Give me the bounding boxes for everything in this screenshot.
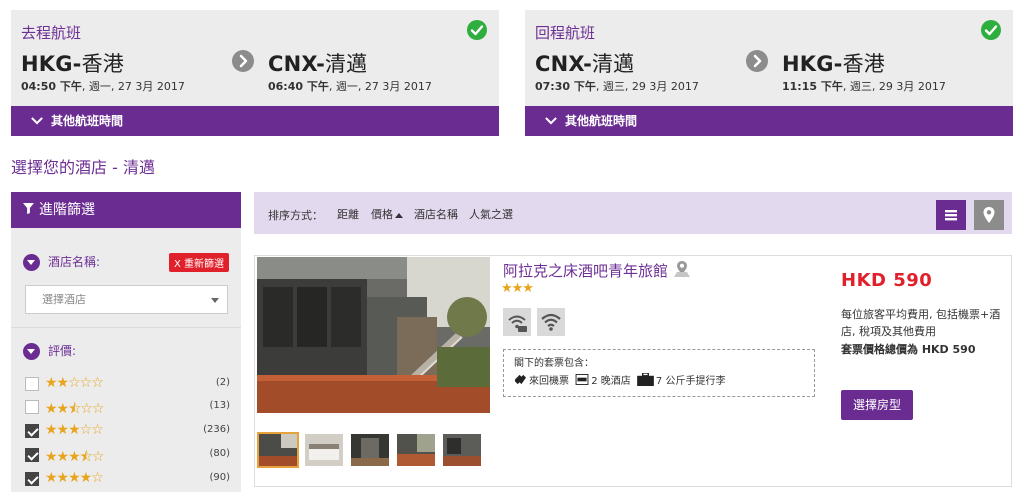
package-item: 來回機票 [514, 372, 569, 388]
outbound-depart-time: 04:50 下午, 週一, 27 3月 2017 [21, 80, 185, 93]
thumbnail[interactable] [443, 434, 481, 466]
hotel-result-card: 阿拉克之床酒吧青年旅館 ★★★ 閣下的套票包含： 來回機票 2 晚酒店 7 公斤… [254, 255, 1012, 487]
price-total: 套票價格總價為 HKD 590 [841, 343, 976, 356]
outbound-title: 去程航班 [21, 24, 82, 42]
origin-code: CNX- [535, 52, 592, 76]
caret-up-icon [395, 212, 403, 218]
thumbnail[interactable] [257, 432, 299, 468]
sort-bar: 排序方式： 距離 價格 酒店名稱 人氣之選 [254, 192, 1012, 234]
page-title: 選擇您的酒店 - 清邁 [11, 158, 155, 177]
reset-filter-button[interactable]: X 重新篩選 [168, 253, 229, 272]
origin-code: HKG- [21, 52, 82, 76]
stars-icon: ★★★☆☆ [45, 422, 104, 438]
package-item: 7 公斤手提行李 [637, 372, 725, 389]
price-description: 每位旅客平均費用, 包括機票+酒店, 稅項及其他費用 [841, 308, 1001, 338]
package-title: 閣下的套票包含： [514, 358, 594, 369]
plane-ticket-icon [514, 374, 527, 388]
thumbnail-strip [257, 432, 497, 468]
arrow-right-icon [746, 50, 768, 72]
rating-option-3[interactable]: ★★★☆☆ (236) [25, 421, 230, 443]
return-arrive-time: 11:15 下午, 週三, 29 3月 2017 [782, 80, 946, 93]
sort-label: 排序方式： [268, 209, 323, 222]
rating-count: (236) [203, 424, 230, 435]
checkbox[interactable] [25, 424, 39, 438]
hotel-star-rating: ★★★ [501, 281, 534, 296]
package-includes-box: 閣下的套票包含： 來回機票 2 晚酒店 7 公斤手提行李 [503, 349, 815, 397]
arrow-right-icon [232, 50, 254, 72]
outbound-arrive-time: 06:40 下午, 週一, 27 3月 2017 [268, 80, 432, 93]
map-marker-icon [673, 261, 690, 277]
stars-icon: ★★★⯪☆ [45, 449, 104, 465]
check-icon [981, 20, 1001, 40]
checkbox[interactable] [25, 400, 39, 414]
sort-hotel-name[interactable]: 酒店名稱 [414, 206, 458, 222]
check-icon [467, 20, 487, 40]
hotel-icon [575, 374, 589, 388]
destination-code: CNX- [268, 52, 325, 76]
free-wifi-icon [503, 308, 531, 336]
price: HKD 590 [841, 270, 933, 291]
sort-popularity[interactable]: 人氣之選 [469, 206, 513, 222]
rating-count: (80) [209, 448, 230, 459]
checkbox[interactable] [25, 448, 39, 462]
hotel-select[interactable]: 選擇酒店 [25, 285, 228, 314]
caret-down-icon [211, 298, 219, 303]
origin-city: 清邁 [591, 52, 635, 76]
return-origin: CNX-清邁 [535, 48, 634, 78]
outbound-flight-card: 去程航班 HKG-香港 04:50 下午, 週一, 27 3月 2017 CNX… [11, 10, 499, 136]
chevron-circle-icon [23, 343, 40, 360]
origin-city: 香港 [81, 52, 125, 76]
filter-header[interactable]: 進階篩選 [11, 192, 241, 228]
sort-distance[interactable]: 距離 [337, 206, 359, 222]
outbound-other-flights-button[interactable]: 其他航班時間 [11, 106, 499, 136]
thumbnail[interactable] [351, 434, 389, 466]
select-room-button[interactable]: 選擇房型 [841, 390, 913, 420]
map-pin-icon [983, 207, 995, 223]
return-destination: HKG-香港 [782, 48, 885, 78]
wifi-icon [537, 308, 565, 336]
luggage-icon [637, 372, 654, 389]
stars-icon: ★★★★☆ [45, 470, 104, 486]
funnel-icon [23, 192, 35, 228]
rating-option-2-5[interactable]: ★★⯪☆☆ (13) [25, 397, 230, 419]
rating-option-4[interactable]: ★★★★☆ (90) [25, 469, 230, 491]
divider [11, 327, 241, 328]
sort-price[interactable]: 價格 [371, 206, 403, 222]
chevron-down-icon [31, 106, 45, 136]
hotel-name-link[interactable]: 阿拉克之床酒吧青年旅館 [503, 260, 691, 281]
thumbnail[interactable] [397, 434, 435, 466]
stars-icon: ★★⯪☆☆ [45, 401, 104, 417]
chevron-down-icon [545, 106, 559, 136]
rating-label[interactable]: 評價: [23, 342, 76, 360]
rating-count: (13) [209, 400, 230, 411]
checkbox[interactable] [25, 377, 39, 391]
destination-city: 香港 [842, 52, 886, 76]
filter-panel: 進階篩選 酒店名稱: X 重新篩選 選擇酒店 評價: ★★☆☆☆ (2) ★★⯪… [11, 192, 241, 492]
destination-city: 清邁 [324, 52, 368, 76]
thumbnail[interactable] [305, 434, 343, 466]
return-depart-time: 07:30 下午, 週三, 29 3月 2017 [535, 80, 699, 93]
package-items: 來回機票 2 晚酒店 7 公斤手提行李 [514, 372, 804, 389]
return-other-flights-button[interactable]: 其他航班時間 [525, 106, 1013, 136]
checkbox[interactable] [25, 472, 39, 486]
return-flight-card: 回程航班 CNX-清邁 07:30 下午, 週三, 29 3月 2017 HKG… [525, 10, 1013, 136]
list-view-button[interactable] [936, 200, 966, 230]
rating-option-2[interactable]: ★★☆☆☆ (2) [25, 374, 230, 396]
package-item: 2 晚酒店 [575, 372, 631, 388]
map-view-button[interactable] [974, 200, 1004, 230]
outbound-origin: HKG-香港 [21, 48, 124, 78]
return-title: 回程航班 [535, 24, 596, 42]
rating-count: (90) [209, 472, 230, 483]
outbound-destination: CNX-清邁 [268, 48, 367, 78]
rating-option-3-5[interactable]: ★★★⯪☆ (80) [25, 445, 230, 467]
hotel-photo[interactable] [257, 257, 490, 413]
hotel-name-label[interactable]: 酒店名稱: [23, 253, 100, 271]
destination-code: HKG- [782, 52, 843, 76]
rating-count: (2) [215, 377, 230, 388]
stars-icon: ★★☆☆☆ [45, 375, 104, 391]
list-icon [945, 210, 957, 221]
chevron-circle-icon [23, 254, 40, 271]
